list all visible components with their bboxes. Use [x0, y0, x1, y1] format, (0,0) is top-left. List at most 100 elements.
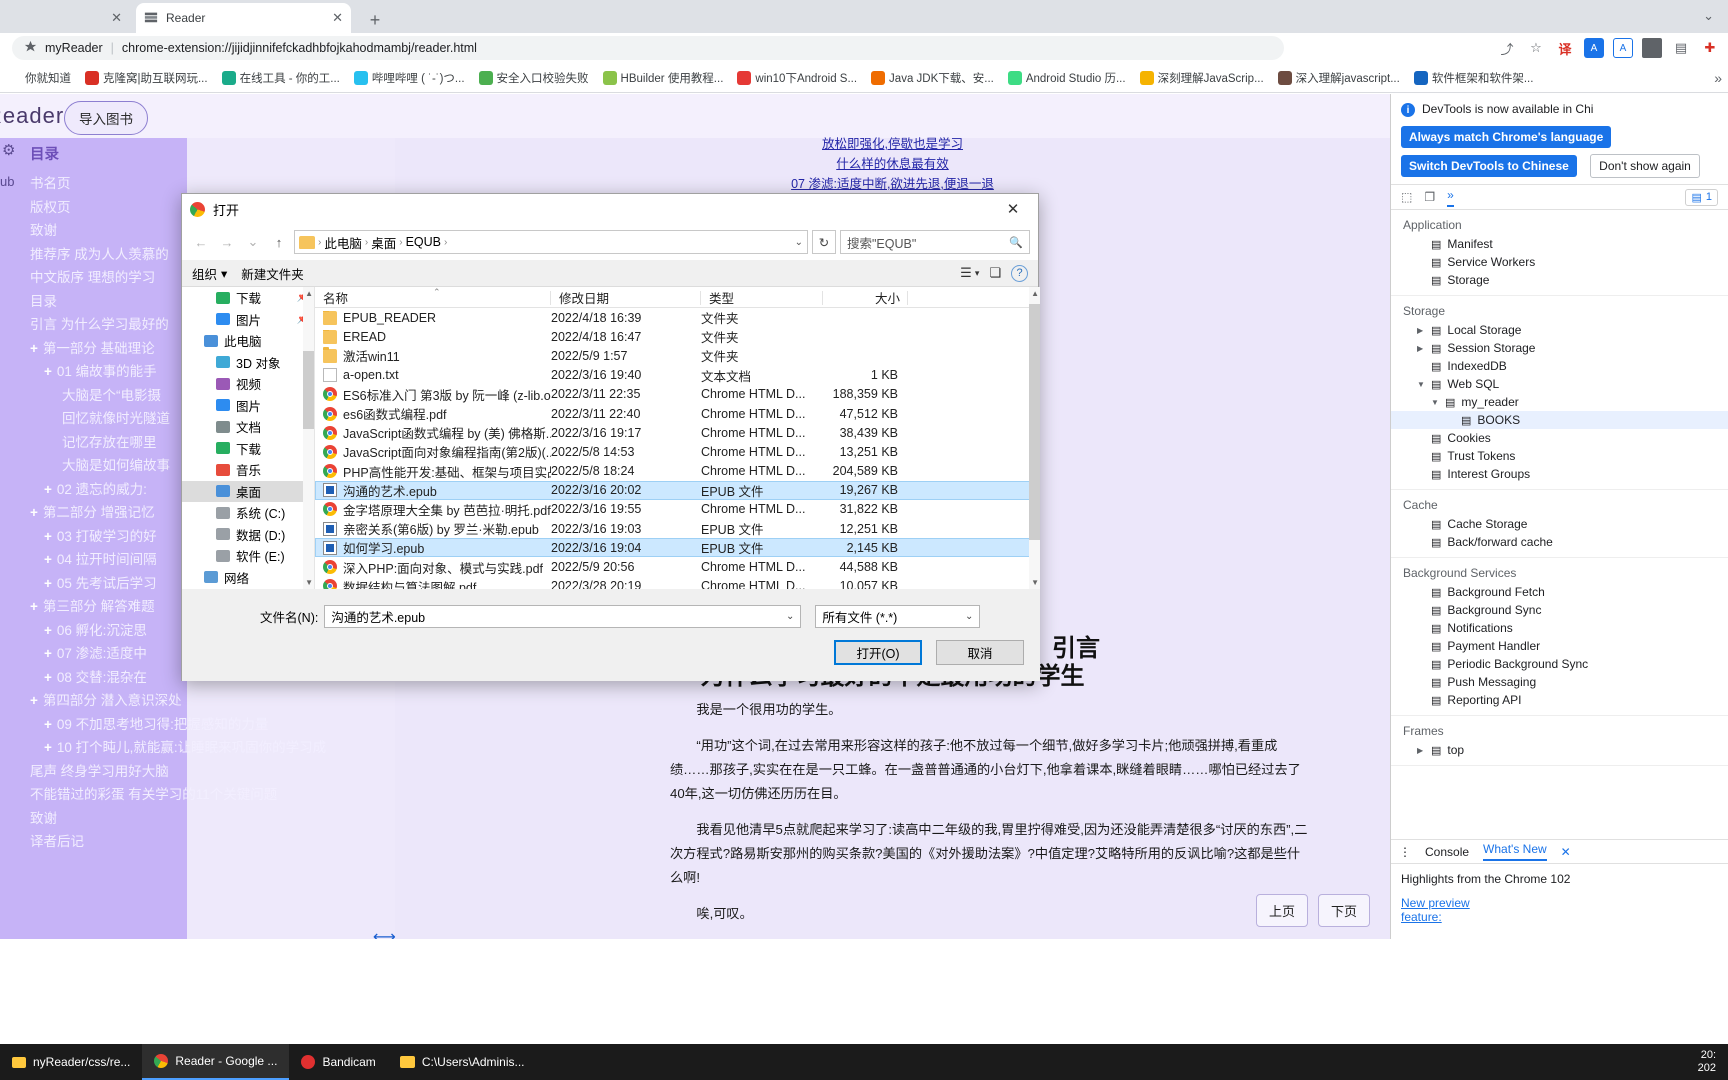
column-header-type[interactable]: 类型	[701, 288, 823, 307]
expand-plus-icon[interactable]: +	[30, 341, 38, 356]
breadcrumb-segment[interactable]: EQUB	[406, 235, 441, 249]
nav-pane-item[interactable]: 音乐	[182, 459, 314, 481]
expand-plus-icon[interactable]: +	[44, 670, 52, 685]
address-bar[interactable]: myReader | chrome-extension://jijidjinni…	[12, 36, 1284, 60]
table-row[interactable]: 深入PHP:面向对象、模式与实践.pdf 2022/5/9 20:56 Chrome…	[315, 557, 1040, 576]
puzzle-extensions-icon[interactable]: ✚	[1700, 38, 1720, 58]
toc-item[interactable]: 致谢	[20, 807, 187, 831]
breadcrumb-segment[interactable]: 此电脑	[324, 233, 362, 252]
toc-item[interactable]: 记忆存放在哪里	[20, 431, 187, 455]
column-header-size[interactable]: 大小	[823, 288, 908, 307]
expand-plus-icon[interactable]: +	[44, 529, 52, 544]
organize-button[interactable]: 组织 ▾	[192, 264, 227, 283]
toc-item[interactable]: 中文版序 理想的学习	[20, 266, 187, 290]
nav-pane-item[interactable]: 下载	[182, 438, 314, 460]
expand-plus-icon[interactable]: +	[44, 623, 52, 638]
chevron-down-icon[interactable]: ⌄	[795, 237, 803, 248]
nav-pane-item[interactable]: 文档	[182, 416, 314, 438]
devtools-tree-item[interactable]: ▤ Background Sync	[1391, 601, 1728, 619]
toc-item[interactable]: +07 渗滤:适度中	[20, 642, 187, 666]
expand-plus-icon[interactable]: +	[44, 364, 52, 379]
devtools-tree-item[interactable]: ▤ Background Fetch	[1391, 583, 1728, 601]
close-icon[interactable]: ✕	[1561, 845, 1571, 859]
bookmark-item[interactable]: 在线工具 - 你的工...	[217, 67, 345, 89]
bookmark-item[interactable]: win10下Android S...	[732, 67, 862, 89]
nav-pane-item[interactable]: 系统 (C:)	[182, 502, 314, 524]
nav-pane-item[interactable]: 3D 对象	[182, 352, 314, 374]
extension-blue-icon[interactable]: A	[1584, 38, 1604, 58]
close-icon[interactable]: ✕	[996, 195, 1030, 223]
filelist-scrollbar[interactable]: ▲ ▼	[1029, 287, 1040, 589]
switch-to-chinese-button[interactable]: Switch DevTools to Chinese	[1401, 155, 1577, 177]
nav-pane-item[interactable]: 视频	[182, 373, 314, 395]
navpane-scrollbar[interactable]: ▲ ▼	[303, 287, 314, 589]
devtools-tree-item[interactable]: ▶ ▤ Session Storage	[1391, 339, 1728, 357]
toc-item[interactable]: +08 交替:混杂在	[20, 666, 187, 690]
bookmark-item[interactable]: 安全入口校验失败	[474, 67, 594, 89]
nav-pane-item[interactable]: 数据 (D:)	[182, 524, 314, 546]
apps-grid-icon[interactable]: ▤	[1671, 38, 1691, 58]
nav-pane-item[interactable]: 图片📌	[182, 309, 314, 331]
devtools-tree-item[interactable]: ▤ Reporting API	[1391, 691, 1728, 709]
expand-plus-icon[interactable]: +	[44, 717, 52, 732]
content-link[interactable]: 什么样的休息最有效	[395, 154, 1390, 174]
devtools-tree-item[interactable]: ▤ Storage	[1391, 271, 1728, 289]
help-icon[interactable]: ?	[1011, 264, 1028, 282]
table-row[interactable]: 金字塔原理大全集 by 芭芭拉·明托.pdf 2022/3/16 19:55 Chr…	[315, 500, 1040, 519]
table-row[interactable]: 沟通的艺术.epub 2022/3/16 20:02 EPUB 文件 19,267 K…	[315, 480, 1040, 500]
device-toolbar-icon[interactable]: ❐	[1424, 190, 1435, 204]
toc-item[interactable]: +01 编故事的能手	[20, 360, 187, 384]
bookmark-item[interactable]: Android Studio 历...	[1003, 67, 1131, 89]
scrollbar-thumb[interactable]	[303, 351, 314, 429]
toc-item[interactable]: + 第二部分 增强记忆	[20, 501, 187, 525]
devtools-tree-item[interactable]: ▤ Periodic Background Sync	[1391, 655, 1728, 673]
toc-item[interactable]: 回忆就像时光隧道	[20, 407, 187, 431]
bookmark-item[interactable]: 克隆窝|助互联网玩...	[80, 67, 213, 89]
scroll-up-icon[interactable]: ▲	[1031, 289, 1039, 298]
translate-icon[interactable]: 译	[1555, 38, 1575, 58]
nav-pane-item[interactable]: 软件 (E:)	[182, 545, 314, 567]
issues-badge[interactable]: ▤ 1	[1685, 188, 1718, 206]
toc-item[interactable]: + 第四部分 潜入意识深处	[20, 689, 187, 713]
devtools-tree-item[interactable]: ▶ ▤ top	[1391, 741, 1728, 759]
recent-locations-icon[interactable]: ⌄	[242, 231, 264, 253]
toc-item[interactable]: 目录	[20, 290, 187, 314]
chevron-right-icon[interactable]: ▶	[1417, 344, 1425, 353]
toc-item[interactable]: +03 打破学习的好	[20, 525, 187, 549]
bookmark-item[interactable]: 你就知道	[2, 67, 76, 89]
inspect-cursor-icon[interactable]: ⬚	[1401, 190, 1412, 204]
breadcrumb-segment[interactable]: 桌面	[371, 233, 396, 252]
devtools-tree-item[interactable]: ▼ ▤ my_reader	[1391, 393, 1728, 411]
toc-item[interactable]: +02 遗忘的威力:	[20, 478, 187, 502]
nav-pane-item[interactable]: 此电脑	[182, 330, 314, 352]
accessibility-icon[interactable]: A	[1613, 38, 1633, 58]
toc-item[interactable]: 致谢	[20, 219, 187, 243]
chevron-right-icon[interactable]: ▶	[1417, 746, 1425, 755]
toc-item[interactable]: +04 拉开时间间隔	[20, 548, 187, 572]
always-match-language-button[interactable]: Always match Chrome's language	[1401, 126, 1612, 148]
toc-item[interactable]: + 第三部分 解答难题	[20, 595, 187, 619]
table-row[interactable]: es6函数式编程.pdf 2022/3/11 22:40 Chrome HTML D…	[315, 404, 1040, 423]
chevron-down-icon[interactable]: ▼	[1417, 380, 1425, 389]
devtools-tree-item[interactable]: ▤ Cookies	[1391, 429, 1728, 447]
nav-pane-item[interactable]: 下载📌	[182, 287, 314, 309]
magnifier-icon[interactable]: 🔍	[1009, 236, 1023, 249]
chevron-down-icon[interactable]: ▼	[1431, 398, 1439, 407]
bookmark-item[interactable]: 软件框架和软件架...	[1409, 67, 1539, 89]
table-row[interactable]: 如何学习.epub 2022/3/16 19:04 EPUB 文件 2,145 KB	[315, 538, 1040, 558]
tab-console[interactable]: Console	[1425, 845, 1469, 859]
table-row[interactable]: 激活win11 2022/5/9 1:57 文件夹	[315, 346, 1040, 365]
devtools-tree-item[interactable]: ▤ Payment Handler	[1391, 637, 1728, 655]
bookmark-star-icon[interactable]: ☆	[1526, 38, 1546, 58]
bookmarks-overflow-icon[interactable]: »	[1714, 70, 1728, 86]
table-row[interactable]: JavaScript函数式编程 by (美) 佛格斯... 2022/3/16 1…	[315, 423, 1040, 442]
prev-page-button[interactable]: 上页	[1255, 894, 1308, 927]
tab-whats-new[interactable]: What's New	[1483, 842, 1547, 861]
expand-plus-icon[interactable]: +	[44, 740, 52, 755]
taskbar-item-explorer[interactable]: C:\Users\Adminis...	[388, 1044, 537, 1080]
filename-input[interactable]: 沟通的艺术.epub ⌄	[324, 605, 802, 628]
browser-tab-blank[interactable]: ✕	[0, 3, 130, 33]
search-input[interactable]: 搜索"EQUB" 🔍	[840, 230, 1030, 254]
next-page-button[interactable]: 下页	[1317, 894, 1370, 927]
address-breadcrumb[interactable]: › 此电脑 › 桌面 › EQUB › ⌄	[294, 230, 808, 254]
